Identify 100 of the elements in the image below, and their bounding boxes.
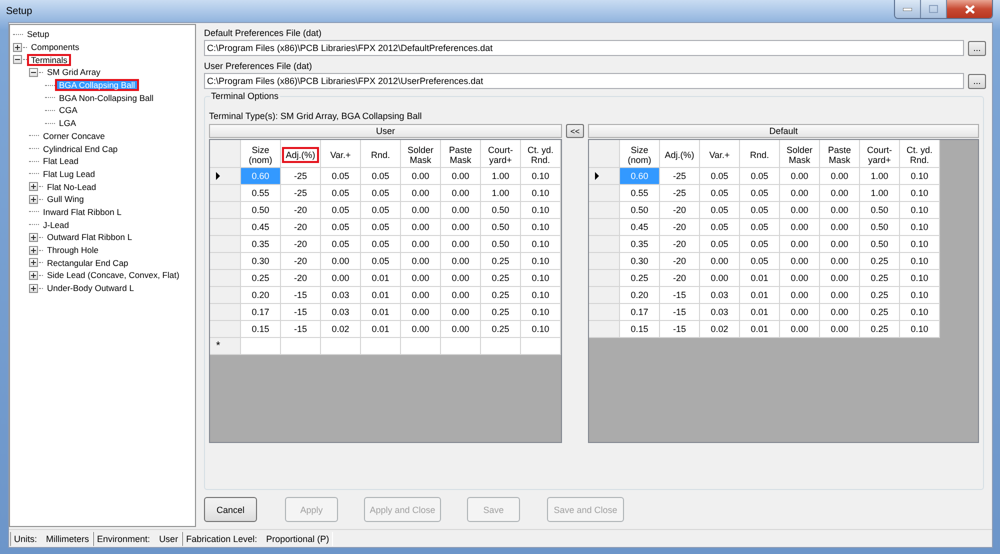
table-cell[interactable]: 0.25 bbox=[481, 253, 521, 270]
table-cell[interactable]: 0.05 bbox=[700, 202, 740, 219]
table-cell[interactable]: 0.00 bbox=[820, 270, 860, 287]
table-cell[interactable]: 0.00 bbox=[441, 253, 481, 270]
table-cell[interactable]: 0.01 bbox=[740, 270, 780, 287]
tree-item[interactable]: Flat No-Lead bbox=[43, 180, 100, 193]
dialog-button[interactable]: Cancel bbox=[204, 497, 257, 522]
tree-item[interactable]: Through Hole bbox=[43, 244, 103, 256]
table-cell[interactable]: 0.00 bbox=[321, 270, 361, 287]
table-cell[interactable]: 0.00 bbox=[321, 253, 361, 270]
table-cell[interactable]: 0.50 bbox=[620, 202, 660, 219]
table-cell[interactable]: 1.00 bbox=[481, 168, 521, 185]
table-cell[interactable]: -20 bbox=[660, 202, 700, 219]
table-cell[interactable]: -15 bbox=[281, 287, 321, 304]
tree-item[interactable]: Flat Lug Lead bbox=[39, 168, 99, 180]
table-cell[interactable]: 0.00 bbox=[780, 287, 820, 304]
table-cell[interactable]: 0.05 bbox=[321, 236, 361, 253]
table-cell[interactable]: 0.00 bbox=[401, 236, 441, 253]
table-cell[interactable]: 0.00 bbox=[441, 168, 481, 185]
tree-item[interactable]: BGA Non-Collapsing Ball bbox=[55, 92, 158, 104]
table-cell[interactable]: 0.00 bbox=[780, 168, 820, 185]
table-cell[interactable]: 0.01 bbox=[361, 270, 401, 287]
table-cell[interactable]: 0.10 bbox=[521, 185, 561, 202]
table-cell[interactable]: 0.10 bbox=[521, 253, 561, 270]
table-cell[interactable]: 0.17 bbox=[620, 304, 660, 321]
table-cell[interactable]: 0.00 bbox=[441, 321, 481, 338]
table-cell[interactable]: 0.17 bbox=[241, 304, 281, 321]
file-path-field[interactable]: C:\Program Files (x86)\PCB Libraries\FPX 2012\DefaultPreferences.dat bbox=[204, 40, 964, 56]
table-cell[interactable]: 0.55 bbox=[620, 185, 660, 202]
table-cell[interactable]: -25 bbox=[281, 168, 321, 185]
table-cell[interactable]: 0.10 bbox=[900, 304, 940, 321]
tree-item[interactable]: Setup bbox=[23, 28, 54, 40]
table-cell[interactable]: 0.00 bbox=[401, 185, 441, 202]
table-cell[interactable]: 0.05 bbox=[321, 185, 361, 202]
row-header[interactable] bbox=[589, 168, 620, 185]
table-cell[interactable]: 0.05 bbox=[740, 168, 780, 185]
tree-item[interactable]: Flat Lead bbox=[39, 155, 82, 168]
table-cell[interactable]: -15 bbox=[281, 321, 321, 338]
table-cell[interactable]: -20 bbox=[281, 202, 321, 219]
expand-icon[interactable] bbox=[29, 270, 38, 280]
table-cell[interactable]: 0.00 bbox=[780, 236, 820, 253]
table-cell[interactable]: -15 bbox=[660, 304, 700, 321]
table-cell[interactable]: 1.00 bbox=[481, 185, 521, 202]
table-cell[interactable]: 0.01 bbox=[740, 287, 780, 304]
tree-item[interactable]: Outward Flat Ribbon L bbox=[43, 231, 136, 244]
table-cell[interactable]: -15 bbox=[281, 304, 321, 321]
table-cell[interactable]: 0.03 bbox=[700, 287, 740, 304]
expand-icon[interactable] bbox=[29, 232, 38, 242]
close-button[interactable] bbox=[947, 0, 992, 18]
expand-icon[interactable] bbox=[29, 182, 38, 192]
table-cell[interactable]: 0.02 bbox=[321, 321, 361, 338]
tree-item[interactable]: Gull Wing bbox=[43, 193, 88, 206]
table-cell[interactable]: 0.01 bbox=[361, 287, 401, 304]
table-cell[interactable]: 0.00 bbox=[820, 304, 860, 321]
table-cell[interactable]: -20 bbox=[281, 236, 321, 253]
tree-item[interactable]: Corner Concave bbox=[39, 130, 109, 142]
table-cell[interactable]: 0.15 bbox=[620, 321, 660, 338]
table-cell[interactable]: -20 bbox=[281, 219, 321, 236]
table-cell[interactable]: 0.05 bbox=[361, 168, 401, 185]
table-cell[interactable]: 0.10 bbox=[521, 270, 561, 287]
table-cell[interactable]: 0.10 bbox=[521, 304, 561, 321]
table-cell[interactable]: 0.25 bbox=[481, 270, 521, 287]
table-cell[interactable]: 0.50 bbox=[860, 236, 900, 253]
table-cell[interactable]: 0.25 bbox=[860, 253, 900, 270]
table-cell[interactable]: 0.00 bbox=[780, 185, 820, 202]
table-cell[interactable]: 1.00 bbox=[860, 185, 900, 202]
tree-item[interactable]: Inward Flat Ribbon L bbox=[39, 206, 126, 218]
table-cell[interactable]: 0.00 bbox=[441, 287, 481, 304]
table-cell[interactable] bbox=[481, 338, 521, 355]
table-cell[interactable]: 0.25 bbox=[860, 304, 900, 321]
table-cell[interactable]: 0.05 bbox=[700, 168, 740, 185]
table-cell[interactable] bbox=[521, 338, 561, 355]
expand-icon[interactable] bbox=[29, 258, 38, 268]
table-cell[interactable]: 0.55 bbox=[241, 185, 281, 202]
table-cell[interactable]: 0.10 bbox=[521, 321, 561, 338]
table-cell[interactable]: 0.10 bbox=[900, 287, 940, 304]
copy-left-button[interactable]: << bbox=[566, 124, 584, 138]
table-cell[interactable]: 0.00 bbox=[441, 270, 481, 287]
table-cell[interactable]: 0.00 bbox=[401, 304, 441, 321]
table-cell[interactable]: 0.05 bbox=[740, 236, 780, 253]
table-cell[interactable]: 0.50 bbox=[481, 219, 521, 236]
table-cell[interactable]: 0.00 bbox=[401, 253, 441, 270]
table-cell[interactable]: 0.45 bbox=[241, 219, 281, 236]
minimize-button[interactable] bbox=[895, 0, 921, 18]
table-cell[interactable]: 0.00 bbox=[820, 219, 860, 236]
table-cell[interactable]: 0.05 bbox=[700, 236, 740, 253]
tree-item[interactable]: Components bbox=[27, 41, 84, 54]
table-cell[interactable]: 0.05 bbox=[740, 219, 780, 236]
table-cell[interactable]: -15 bbox=[660, 321, 700, 338]
table-cell[interactable]: 0.00 bbox=[441, 202, 481, 219]
table-cell[interactable]: 0.01 bbox=[361, 321, 401, 338]
table-cell[interactable] bbox=[441, 338, 481, 355]
table-cell[interactable]: 0.00 bbox=[780, 219, 820, 236]
tree-item[interactable]: Cylindrical End Cap bbox=[39, 142, 122, 155]
table-cell[interactable]: 0.03 bbox=[321, 304, 361, 321]
table-cell[interactable]: 0.05 bbox=[361, 253, 401, 270]
table-cell[interactable]: 0.25 bbox=[860, 287, 900, 304]
row-header[interactable] bbox=[210, 168, 241, 185]
tree-item[interactable]: SM Grid Array bbox=[43, 66, 104, 78]
table-cell[interactable]: -20 bbox=[660, 236, 700, 253]
